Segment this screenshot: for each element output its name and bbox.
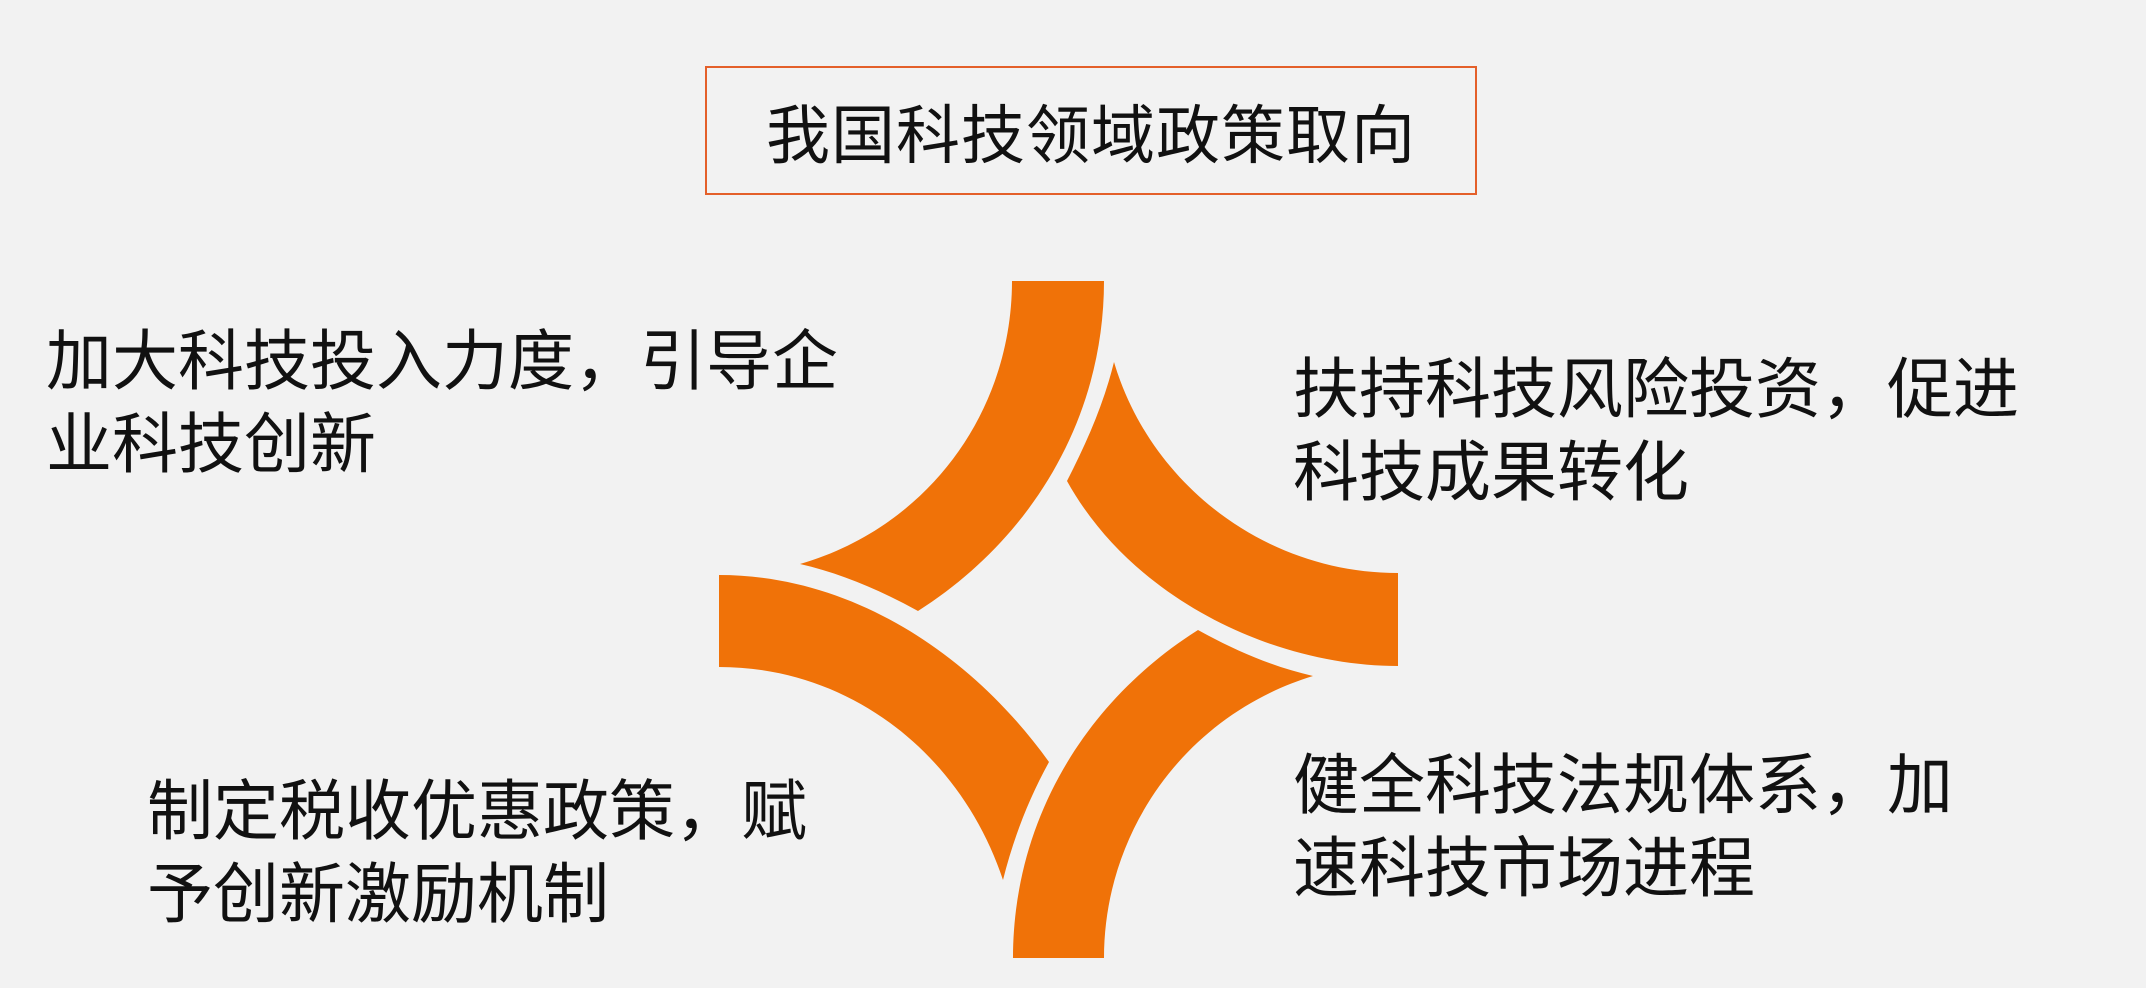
diagram-canvas: 我国科技领域政策取向 加大科技投入力度，引导企 业科技创新 扶持科技风险投资，促… <box>0 0 2146 988</box>
quadrant-text-bottom-right: 健全科技法规体系，加 速科技市场进程 <box>1293 747 1953 907</box>
quadrant-text-top-right: 扶持科技风险投资，促进 科技成果转化 <box>1293 351 2019 511</box>
arc-bottom <box>1013 630 1313 958</box>
quadrant-text-bottom-left: 制定税收优惠政策，赋 予创新激励机制 <box>147 773 807 933</box>
quadrant-text-top-left: 加大科技投入力度，引导企 业科技创新 <box>46 323 838 483</box>
